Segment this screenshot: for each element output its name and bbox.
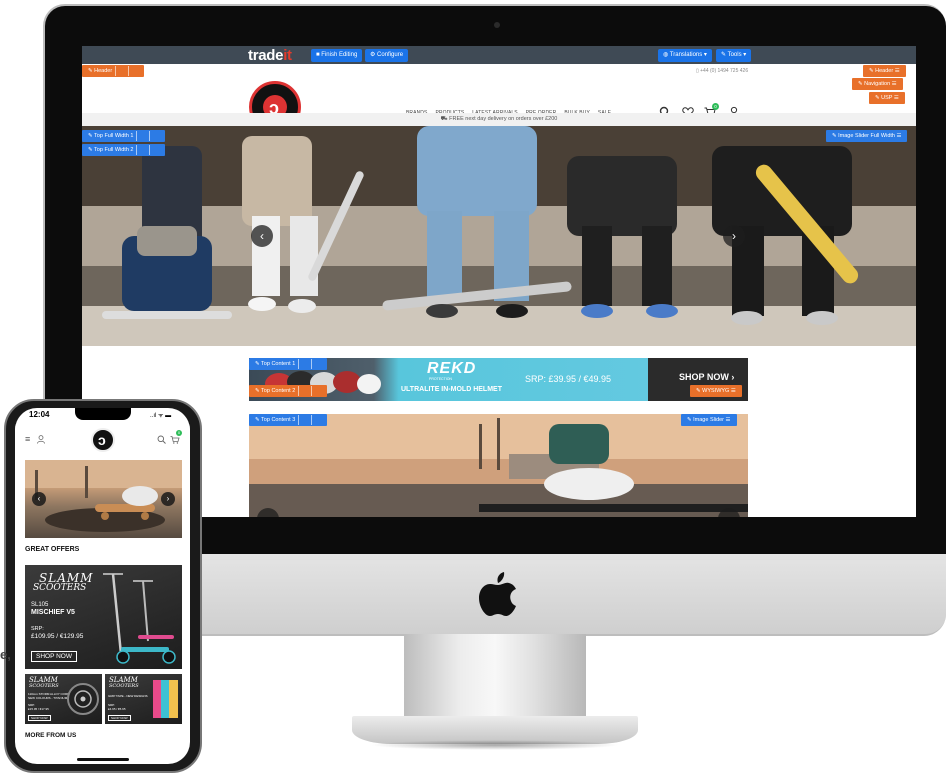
hero-image-slider[interactable]: ✎ Top Full Width 1 ✎ Top Full Width 2 ✎ … (82, 126, 916, 346)
wheels-shop-now-button[interactable]: SHOP NOW (28, 715, 51, 721)
great-offers-heading: GREAT OFFERS (25, 546, 80, 553)
more-from-us-heading: MORE FROM US (25, 732, 77, 739)
hamburger-menu-icon[interactable]: ≡ (25, 434, 30, 444)
slider-prev-button[interactable]: ‹ (251, 225, 273, 247)
edit-image-slider-button[interactable]: ✎ Image Slider ☰ (681, 414, 737, 426)
edit-usp-button[interactable]: ✎ USP ☰ (869, 92, 905, 104)
cart-count-badge: 0 (176, 430, 182, 436)
promo-name: MISCHIEF V5 (31, 609, 75, 616)
slider-next-button[interactable]: › (723, 225, 745, 247)
helmet-product-name: ULTRALITE IN-MOLD HELMET (401, 386, 502, 393)
status-time: 12:04 (29, 410, 50, 419)
wheel-image (67, 683, 99, 715)
griptape-shop-now-button[interactable]: SHOP NOW (108, 715, 131, 721)
tradeit-logo: tradeit (248, 47, 292, 64)
slamm-logo-sub: SCOOTERS (109, 683, 139, 689)
edit-header-left-button[interactable]: ✎ Header (82, 65, 145, 77)
scooter-sunset-photo (249, 414, 748, 517)
promo-shop-now-button[interactable]: SHOP NOW (31, 651, 77, 662)
slamm-logo-sub: SCOOTERS (33, 583, 87, 593)
mobile-header: ≡ ↄ 0 (15, 424, 190, 456)
wheels-promo-card[interactable]: SLAMM SCOOTERS 110mm STORM ALLOY CORE NE… (25, 674, 102, 724)
wheels-promo-line-2: NEW COLOURS - TITANIUM (28, 696, 68, 700)
mobile-slider-next-button[interactable]: › (161, 492, 175, 506)
tools-button[interactable]: ✎ Tools ▾ (716, 49, 752, 62)
desktop-website: tradeit ■ Finish Editing ⚙ Configure ◍ T… (82, 46, 916, 517)
edit-header-right-button[interactable]: ✎ Header ☰ (863, 65, 906, 77)
admin-toolbar: tradeit ■ Finish Editing ⚙ Configure ◍ T… (82, 46, 916, 64)
mobile-site-logo[interactable]: ↄ (91, 428, 115, 452)
edit-top-content-3-button[interactable]: ✎ Top Content 3 (249, 414, 328, 426)
mobile-slider-prev-button[interactable]: ‹ (32, 492, 46, 506)
mobile-website: 12:04 ..ıl ᯤ ▬ ≡ ↄ 0 ‹ › GREAT OFFERS SL… (15, 408, 190, 764)
cart-icon[interactable] (170, 435, 180, 444)
phone-notch (75, 408, 131, 420)
delivery-truck-icon: ⛟ (440, 116, 448, 122)
promo-price-label: SRP: (31, 626, 44, 632)
home-indicator (77, 758, 129, 761)
secondary-image-slider[interactable]: ✎ Top Content 3 ✎ Image Slider ☰ ‹ › (249, 414, 748, 517)
apple-logo-icon (479, 572, 516, 616)
finish-editing-button[interactable]: ■ Finish Editing (311, 49, 363, 62)
search-icon[interactable] (157, 435, 166, 444)
griptape-image (153, 680, 178, 718)
rekd-logo: REKD (427, 360, 477, 377)
configure-button[interactable]: ⚙ Configure (365, 49, 409, 62)
edit-top-content-1-button[interactable]: ✎ Top Content 1 (249, 358, 328, 370)
imac-stand (404, 634, 586, 720)
shop-now-link[interactable]: SHOP NOW › (679, 372, 734, 382)
edit-navigation-button[interactable]: ✎ Navigation ☰ (852, 78, 903, 90)
imac-base-shadow (370, 740, 620, 750)
scooter-promo-card[interactable]: SLAMM SCOOTERS SL105 MISCHIEF V5 SRP: £1… (25, 565, 182, 669)
status-icons: ..ıl ᯤ ▬ (150, 413, 172, 419)
camera-icon (494, 22, 500, 28)
translations-button[interactable]: ◍ Translations ▾ (658, 49, 712, 62)
rekd-logo-subtitle: PROTECTION (429, 377, 452, 381)
usp-bar: ⛟ FREE next day delivery on orders over … (82, 113, 916, 126)
marketing-composite: tradeit ■ Finish Editing ⚙ Configure ◍ T… (0, 0, 946, 773)
wheels-price: £15.95 / €17.95 (28, 707, 49, 711)
griptape-promo-card[interactable]: SLAMM SCOOTERS GRIP TAPE - NEW DESIGNS S… (105, 674, 182, 724)
griptape-promo-line-1: GRIP TAPE - NEW DESIGNS (108, 694, 148, 698)
mobile-skateboard-photo (25, 460, 182, 532)
helmet-price: SRP: £39.95 / €49.95 (525, 374, 612, 384)
slamm-logo-sub: SCOOTERS (29, 683, 59, 689)
helmet-promo-banner[interactable]: REKD PROTECTION ULTRALITE IN-MOLD HELMET… (249, 358, 748, 401)
promo-code: SL105 (31, 602, 49, 608)
edit-top-full-width-2-button[interactable]: ✎ Top Full Width 2 (82, 144, 166, 156)
edit-top-content-2-button[interactable]: ✎ Top Content 2 (249, 385, 328, 397)
edit-image-slider-full-width-button[interactable]: ✎ Image Slider Full Width ☰ (826, 130, 908, 142)
scooter-image (103, 573, 176, 664)
contact-phone: ▯ +44 (0) 1494 725 426 (696, 68, 749, 74)
text-fragment: e, (0, 647, 11, 662)
cart-count-badge: 0 (712, 103, 719, 110)
hero-skaters-photo (82, 126, 916, 346)
promo-price: £109.95 / €129.95 (31, 633, 84, 640)
edit-top-full-width-1-button[interactable]: ✎ Top Full Width 1 (82, 130, 166, 142)
edit-wysiwyg-button[interactable]: ✎ WYSIWYG ☰ (690, 385, 742, 397)
mobile-hero-slider[interactable]: ‹ › (25, 460, 182, 538)
account-user-icon[interactable] (37, 435, 45, 444)
usp-text: FREE next day delivery on orders over £2… (449, 116, 558, 122)
griptape-price: £4.95 / €5.95 (108, 707, 126, 711)
